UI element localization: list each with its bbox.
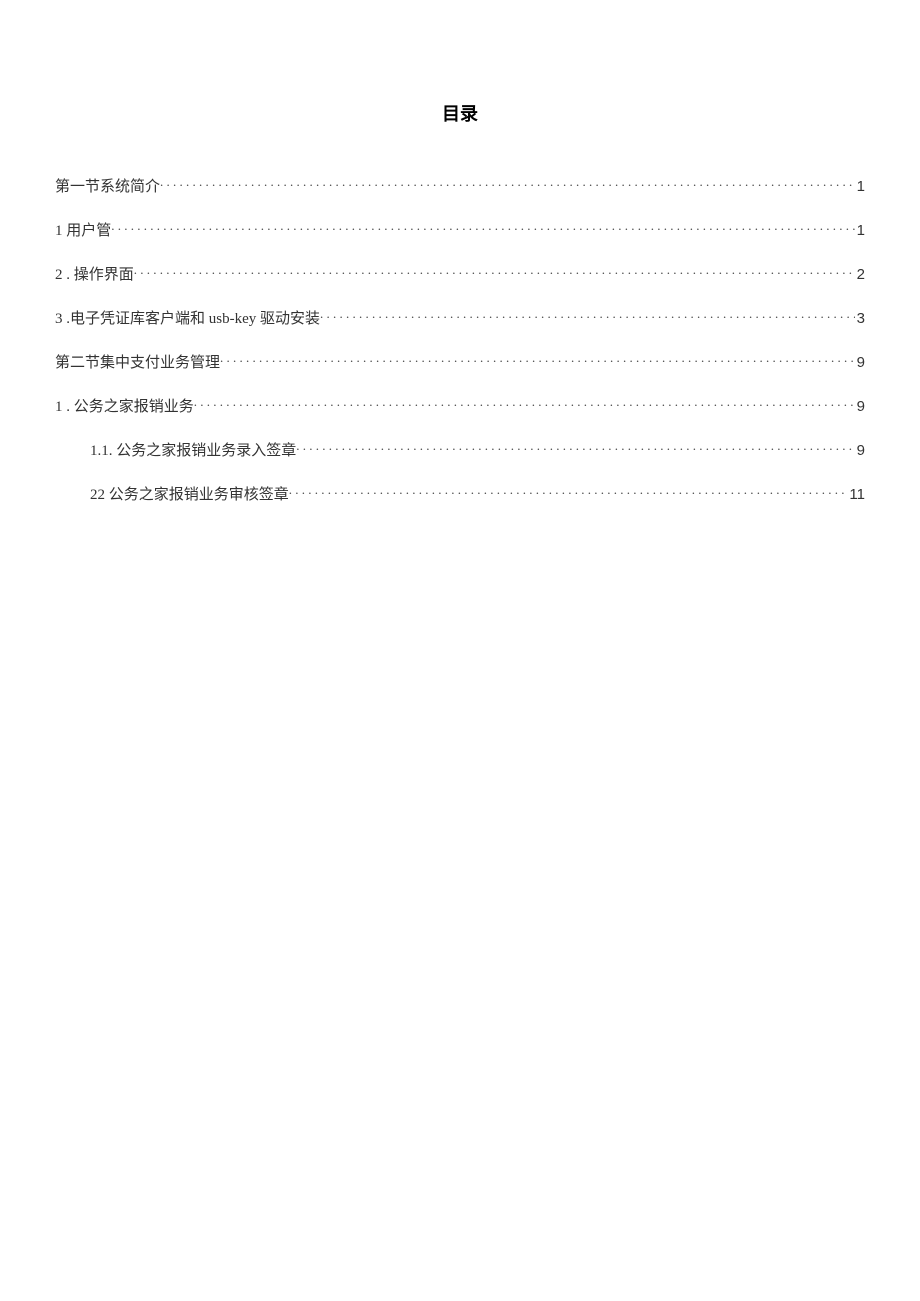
toc-label: 22 公务之家报销业务审核签章 — [90, 485, 289, 506]
toc-page: 9 — [855, 396, 865, 417]
toc-page: 9 — [855, 352, 865, 373]
toc-entry[interactable]: 3 .电子凭证库客户端和 usb-key 驱动安装 3 — [55, 308, 865, 330]
toc-entry[interactable]: 第一节系统简介 1 — [55, 176, 865, 198]
toc-entry[interactable]: 1 用户管 1 — [55, 220, 865, 242]
toc-label: 1 用户管 — [55, 221, 111, 242]
toc-page: 3 — [855, 308, 865, 329]
toc-label: 第一节系统简介 — [55, 177, 160, 198]
toc-dots — [111, 220, 854, 235]
toc-title: 目录 — [55, 100, 865, 126]
toc-dots — [194, 396, 855, 411]
toc-label: 1 . 公务之家报销业务 — [55, 397, 194, 418]
toc-container: 第一节系统简介 1 1 用户管 1 2 . 操作界面 2 3 .电子凭证库客户端… — [55, 176, 865, 506]
toc-entry[interactable]: 2 . 操作界面 2 — [55, 264, 865, 286]
toc-page: 2 — [855, 264, 865, 285]
toc-label: 2 . 操作界面 — [55, 265, 134, 286]
toc-entry[interactable]: 1 . 公务之家报销业务 9 — [55, 396, 865, 418]
toc-dots — [134, 264, 855, 279]
toc-dots — [289, 484, 848, 499]
toc-dots — [220, 352, 855, 367]
toc-dots — [296, 440, 854, 455]
toc-label: 第二节集中支付业务管理 — [55, 353, 220, 374]
toc-entry[interactable]: 第二节集中支付业务管理 9 — [55, 352, 865, 374]
toc-page: 11 — [847, 484, 865, 505]
toc-page: 1 — [855, 220, 865, 241]
toc-dots — [160, 176, 855, 191]
toc-entry[interactable]: 22 公务之家报销业务审核签章 11 — [55, 484, 865, 506]
toc-label: 3 .电子凭证库客户端和 usb-key 驱动安装 — [55, 309, 320, 330]
toc-entry[interactable]: 1.1. 公务之家报销业务录入签章 9 — [55, 440, 865, 462]
toc-label: 1.1. 公务之家报销业务录入签章 — [90, 441, 296, 462]
toc-page: 1 — [855, 176, 865, 197]
toc-page: 9 — [855, 440, 865, 461]
toc-dots — [320, 308, 855, 323]
